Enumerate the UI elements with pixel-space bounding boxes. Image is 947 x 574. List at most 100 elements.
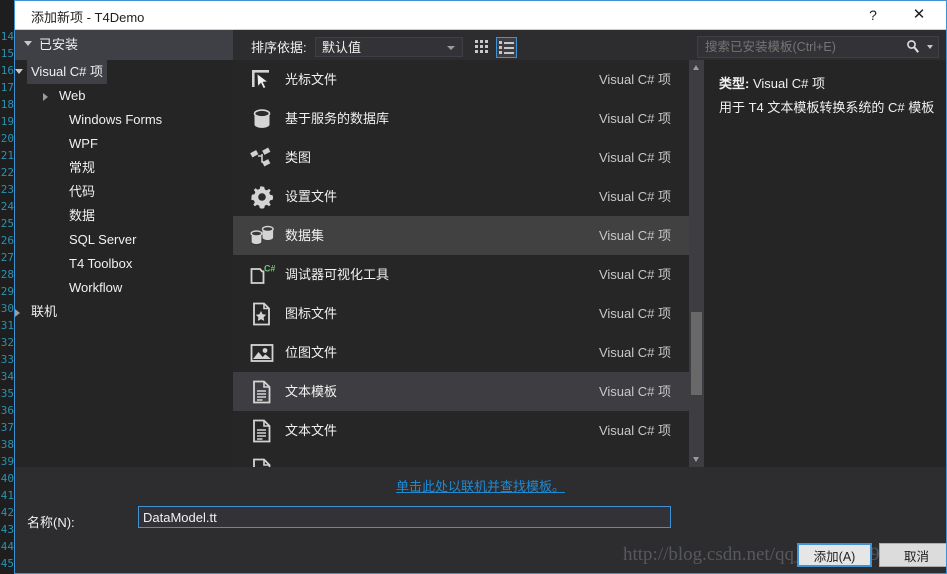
tree-item-label: SQL Server <box>69 232 137 247</box>
template-name: 文本文件 <box>285 423 338 438</box>
detail-type-label: 类型: <box>719 76 750 91</box>
template-kind: Visual C# 项 <box>598 150 671 165</box>
search-box[interactable] <box>697 36 939 58</box>
editor-line-numbers: 14 15 16 17 18 19 20 21 22 23 24 25 26 27 28 29 30 31 32 33… <box>0 28 15 574</box>
template-kind: Visual C# 项 <box>598 384 671 399</box>
help-icon[interactable]: ? <box>853 1 893 29</box>
name-label: 名称(N): <box>27 515 75 530</box>
chevron-down-icon <box>24 41 32 46</box>
scrollbar-thumb[interactable] <box>691 312 702 395</box>
search-icon[interactable] <box>906 39 920 55</box>
name-row: 名称(N): <box>15 501 946 541</box>
template-name: 设置文件 <box>285 189 338 204</box>
search-input[interactable] <box>703 39 887 55</box>
page-title: 添加新项 - T4Demo <box>31 10 145 25</box>
list-view-icon[interactable] <box>496 37 517 58</box>
template-kind: Visual C# 项 <box>598 228 671 243</box>
text-document-icon <box>249 418 275 444</box>
template-name: 光标文件 <box>285 72 338 87</box>
find-online-templates-link[interactable]: 单击此处以联机并查找模板。 <box>15 476 946 495</box>
tree-item-label: WPF <box>69 136 98 151</box>
template-list-item[interactable]: 设置文件 Visual C# 项 <box>233 177 689 216</box>
tree-item-3[interactable]: WPF <box>15 132 233 156</box>
installed-label: 已安装 <box>39 37 79 52</box>
template-kind: Visual C# 项 <box>598 423 671 438</box>
template-name: 文本模板 <box>285 384 338 399</box>
sort-by-value: 默认值 <box>322 40 362 55</box>
template-kind: Visual C# 项 <box>598 189 671 204</box>
tree-item-6[interactable]: 数据 <box>15 204 233 228</box>
detail-type-value: Visual C# 项 <box>752 76 825 91</box>
text-document-icon <box>249 379 275 405</box>
add-button[interactable]: 添加(A) <box>797 543 872 567</box>
sort-by-label: 排序依据: <box>251 40 307 55</box>
chevron-right-icon[interactable] <box>15 309 20 317</box>
tree-item-label: 联机 <box>31 304 58 319</box>
template-name: 数据集 <box>285 228 325 243</box>
template-list-item[interactable]: 基于服务的数据库 Visual C# 项 <box>233 99 689 138</box>
detail-type-row: 类型: Visual C# 项 <box>719 73 825 92</box>
template-details-panel: 类型: Visual C# 项 用于 T4 文本模板转换系统的 C# 模板 <box>704 60 946 467</box>
tree-item-5[interactable]: 代码 <box>15 180 233 204</box>
scroll-down-icon[interactable] <box>689 452 704 467</box>
title-bar: 添加新项 - T4Demo ? ✕ <box>15 1 946 30</box>
template-list: 光标文件 Visual C# 项基于服务的数据库 Visual C# 项类图 Visu… <box>233 60 689 467</box>
template-list-scrollbar[interactable] <box>689 60 704 467</box>
template-list-item[interactable] <box>233 450 689 467</box>
installed-header[interactable]: 已安装 <box>15 30 233 60</box>
tree-item-label: Windows Forms <box>69 112 163 127</box>
template-name: 图标文件 <box>285 306 338 321</box>
tree-item-1[interactable]: Web <box>15 84 233 108</box>
template-kind: Visual C# 项 <box>598 267 671 282</box>
tree-item-7[interactable]: SQL Server <box>15 228 233 252</box>
online-link-bar: 单击此处以联机并查找模板。 <box>15 467 946 501</box>
template-list-item[interactable]: 类图 Visual C# 项 <box>233 138 689 177</box>
tree-item-label: 常规 <box>69 160 96 175</box>
settings-gear-icon <box>249 184 275 210</box>
close-icon[interactable]: ✕ <box>899 1 939 29</box>
template-kind: Visual C# 项 <box>598 72 671 87</box>
template-list-item[interactable]: 位图文件 Visual C# 项 <box>233 333 689 372</box>
bitmap-file-icon <box>249 340 275 366</box>
template-list-item[interactable]: 光标文件 Visual C# 项 <box>233 60 689 99</box>
tree-item-10[interactable]: 联机 <box>15 300 233 324</box>
icon-file-icon <box>249 301 275 327</box>
template-name: 类图 <box>285 150 312 165</box>
add-new-item-dialog: 添加新项 - T4Demo ? ✕ 已安装 排序依据: 默认值 搜索已安装模板(… <box>14 0 947 574</box>
tree-item-0[interactable]: Visual C# 项 <box>15 60 233 84</box>
template-list-item[interactable]: 文本模板 Visual C# 项 <box>233 372 689 411</box>
cancel-button[interactable]: 取消 <box>879 543 946 567</box>
sort-by-select[interactable]: 默认值 <box>315 37 463 57</box>
debugger-visualizer-icon: C# <box>249 262 275 288</box>
tree-item-2[interactable]: Windows Forms <box>15 108 233 132</box>
template-name: 基于服务的数据库 <box>285 111 390 126</box>
template-name: 位图文件 <box>285 345 338 360</box>
chevron-down-icon[interactable] <box>927 45 933 49</box>
chevron-right-icon[interactable] <box>43 93 48 101</box>
name-input[interactable] <box>138 506 671 528</box>
scroll-up-icon[interactable] <box>689 60 704 75</box>
template-list-item[interactable]: 文本文件 Visual C# 项 <box>233 411 689 450</box>
cursor-file-icon <box>249 67 275 93</box>
chevron-down-icon[interactable] <box>15 69 23 74</box>
detail-description: 用于 T4 文本模板转换系统的 C# 模板 <box>719 100 935 115</box>
template-category-tree: Visual C# 项 Web Windows Forms WPF 常规代码数据 SQL … <box>15 60 233 467</box>
tree-item-4[interactable]: 常规 <box>15 156 233 180</box>
tree-item-label: Workflow <box>69 280 123 295</box>
template-kind: Visual C# 项 <box>598 111 671 126</box>
template-list-item[interactable]: 图标文件 Visual C# 项 <box>233 294 689 333</box>
tree-item-label: 代码 <box>69 184 96 199</box>
template-list-item[interactable]: C# 调试器可视化工具 Visual C# 项 <box>233 255 689 294</box>
grid-view-icon[interactable] <box>472 37 493 58</box>
tree-item-9[interactable]: Workflow <box>15 276 233 300</box>
tree-item-label: Web <box>59 88 86 103</box>
dataset-icon <box>249 223 275 249</box>
class-diagram-icon <box>249 145 275 171</box>
template-list-item[interactable]: 数据集 Visual C# 项 <box>233 216 689 255</box>
svg-text:C#: C# <box>264 264 275 274</box>
database-icon <box>249 106 275 132</box>
tree-item-8[interactable]: T4 Toolbox <box>15 252 233 276</box>
chevron-down-icon <box>447 46 455 50</box>
template-kind: Visual C# 项 <box>598 306 671 321</box>
tree-item-label: Visual C# 项 <box>27 60 108 84</box>
